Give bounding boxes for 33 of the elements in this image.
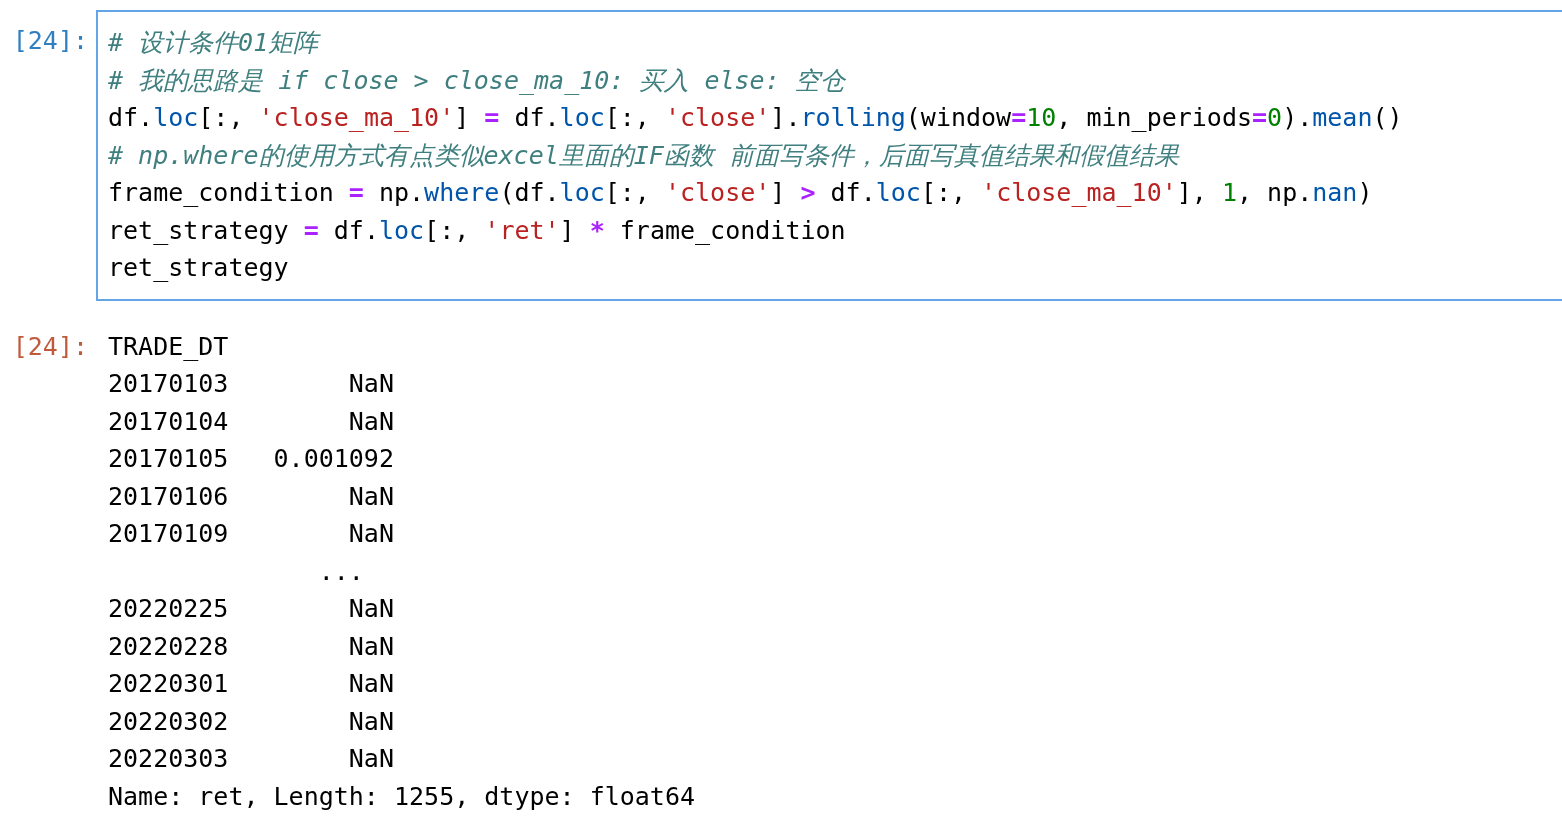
code-line: ret_strategy = df.loc[:, 'ret'] * frame_condition — [108, 214, 847, 247]
ellipsis: ... — [317, 555, 365, 588]
index-value: 20220228 — [108, 630, 229, 663]
series-value: NaN — [347, 518, 394, 550]
input-prompt: [24]: — [11, 25, 89, 57]
code-comment: # np.where的使用方式有点类似excel里面的IF函数 前面写条件，后面写真值结果和假值结果 — [108, 139, 1181, 172]
index-value: 20220225 — [108, 593, 229, 625]
series-value: NaN — [347, 668, 394, 700]
index-value: 20220301 — [108, 668, 229, 700]
index-name: TRADE_DT — [108, 330, 230, 363]
series-value: 0.001092 — [272, 443, 394, 475]
index-value: 20170106 — [108, 480, 229, 513]
code-line: df.loc[:, 'close_ma_10'] = df.loc[:, 'close'].rolling(window=10, min_periods=0).mean() — [108, 102, 1404, 134]
index-value: 20220303 — [108, 743, 229, 775]
code-comment: # 我的思路是 if close > close_ma_10: 买入 else: 空仓 — [108, 64, 847, 97]
code-line: frame_condition = np.where(df.loc[:, 'close'] > df.loc[:, 'close_ma_10'], 1, np.nan) — [108, 177, 1374, 209]
index-value: 20170104 — [108, 405, 229, 438]
code-comment: # 设计条件01矩阵 — [108, 27, 322, 59]
index-value: 20170103 — [108, 368, 229, 400]
series-value: NaN — [347, 630, 394, 663]
series-info: Name: ret, Length: 1255, dtype: float64 — [108, 780, 695, 813]
series-value: NaN — [347, 705, 394, 738]
output-prompt: [24]: — [11, 330, 89, 363]
index-value: 20220302 — [108, 705, 229, 738]
series-value: NaN — [347, 368, 394, 400]
index-value: 20170109 — [108, 518, 229, 550]
series-value: NaN — [347, 743, 394, 775]
series-value: NaN — [347, 480, 394, 513]
series-value: NaN — [347, 405, 394, 438]
series-value: NaN — [347, 593, 394, 625]
code-line: ret_strategy — [108, 252, 290, 284]
index-value: 20170105 — [108, 443, 229, 475]
code-editor[interactable] — [96, 10, 1562, 301]
